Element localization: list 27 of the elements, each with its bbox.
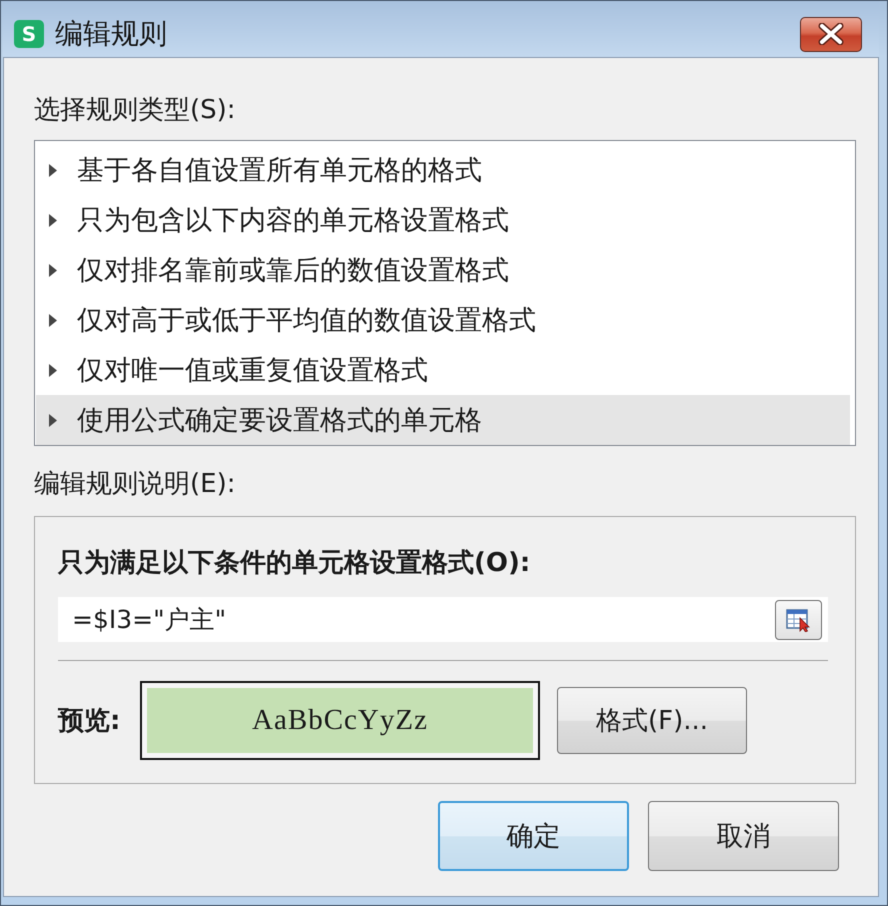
field-label: 只为满足以下条件的单元格设置格式(O): [58, 548, 530, 578]
ok-button[interactable]: 确定 [438, 801, 629, 871]
rule-type-item[interactable]: 使用公式确定要设置格式的单元格 [36, 395, 850, 445]
caret-icon [49, 214, 57, 226]
cancel-button[interactable]: 取消 [648, 801, 839, 871]
formula-field[interactable]: =$I3="户主" [58, 597, 828, 642]
rule-type-item[interactable]: 仅对唯一值或重复值设置格式 [36, 345, 850, 395]
rule-type-item[interactable]: 仅对排名靠前或靠后的数值设置格式 [36, 245, 850, 295]
window-title: 编辑规则 [55, 17, 167, 51]
table-cursor-icon [786, 608, 812, 632]
caret-icon [49, 414, 57, 426]
caret-icon [49, 364, 57, 376]
close-button[interactable] [800, 16, 862, 52]
range-select-button[interactable] [775, 600, 822, 640]
caret-icon [49, 164, 57, 176]
app-logo: S [14, 20, 44, 48]
close-icon [818, 23, 844, 45]
caret-icon [49, 314, 57, 326]
preview-sample: AaBbCcYyZz [147, 688, 533, 753]
section-label: 编辑规则说明(E): [34, 469, 236, 499]
rule-type-item[interactable]: 仅对高于或低于平均值的数值设置格式 [36, 295, 850, 345]
preview-label: 预览: [58, 706, 122, 736]
rule-type-item[interactable]: 只为包含以下内容的单元格设置格式 [36, 195, 850, 245]
caret-icon [49, 264, 57, 276]
rule-type-item[interactable]: 基于各自值设置所有单元格的格式 [36, 145, 850, 195]
format-button[interactable]: 格式(F)... [557, 687, 747, 754]
section-label: 选择规则类型(S): [34, 95, 236, 125]
